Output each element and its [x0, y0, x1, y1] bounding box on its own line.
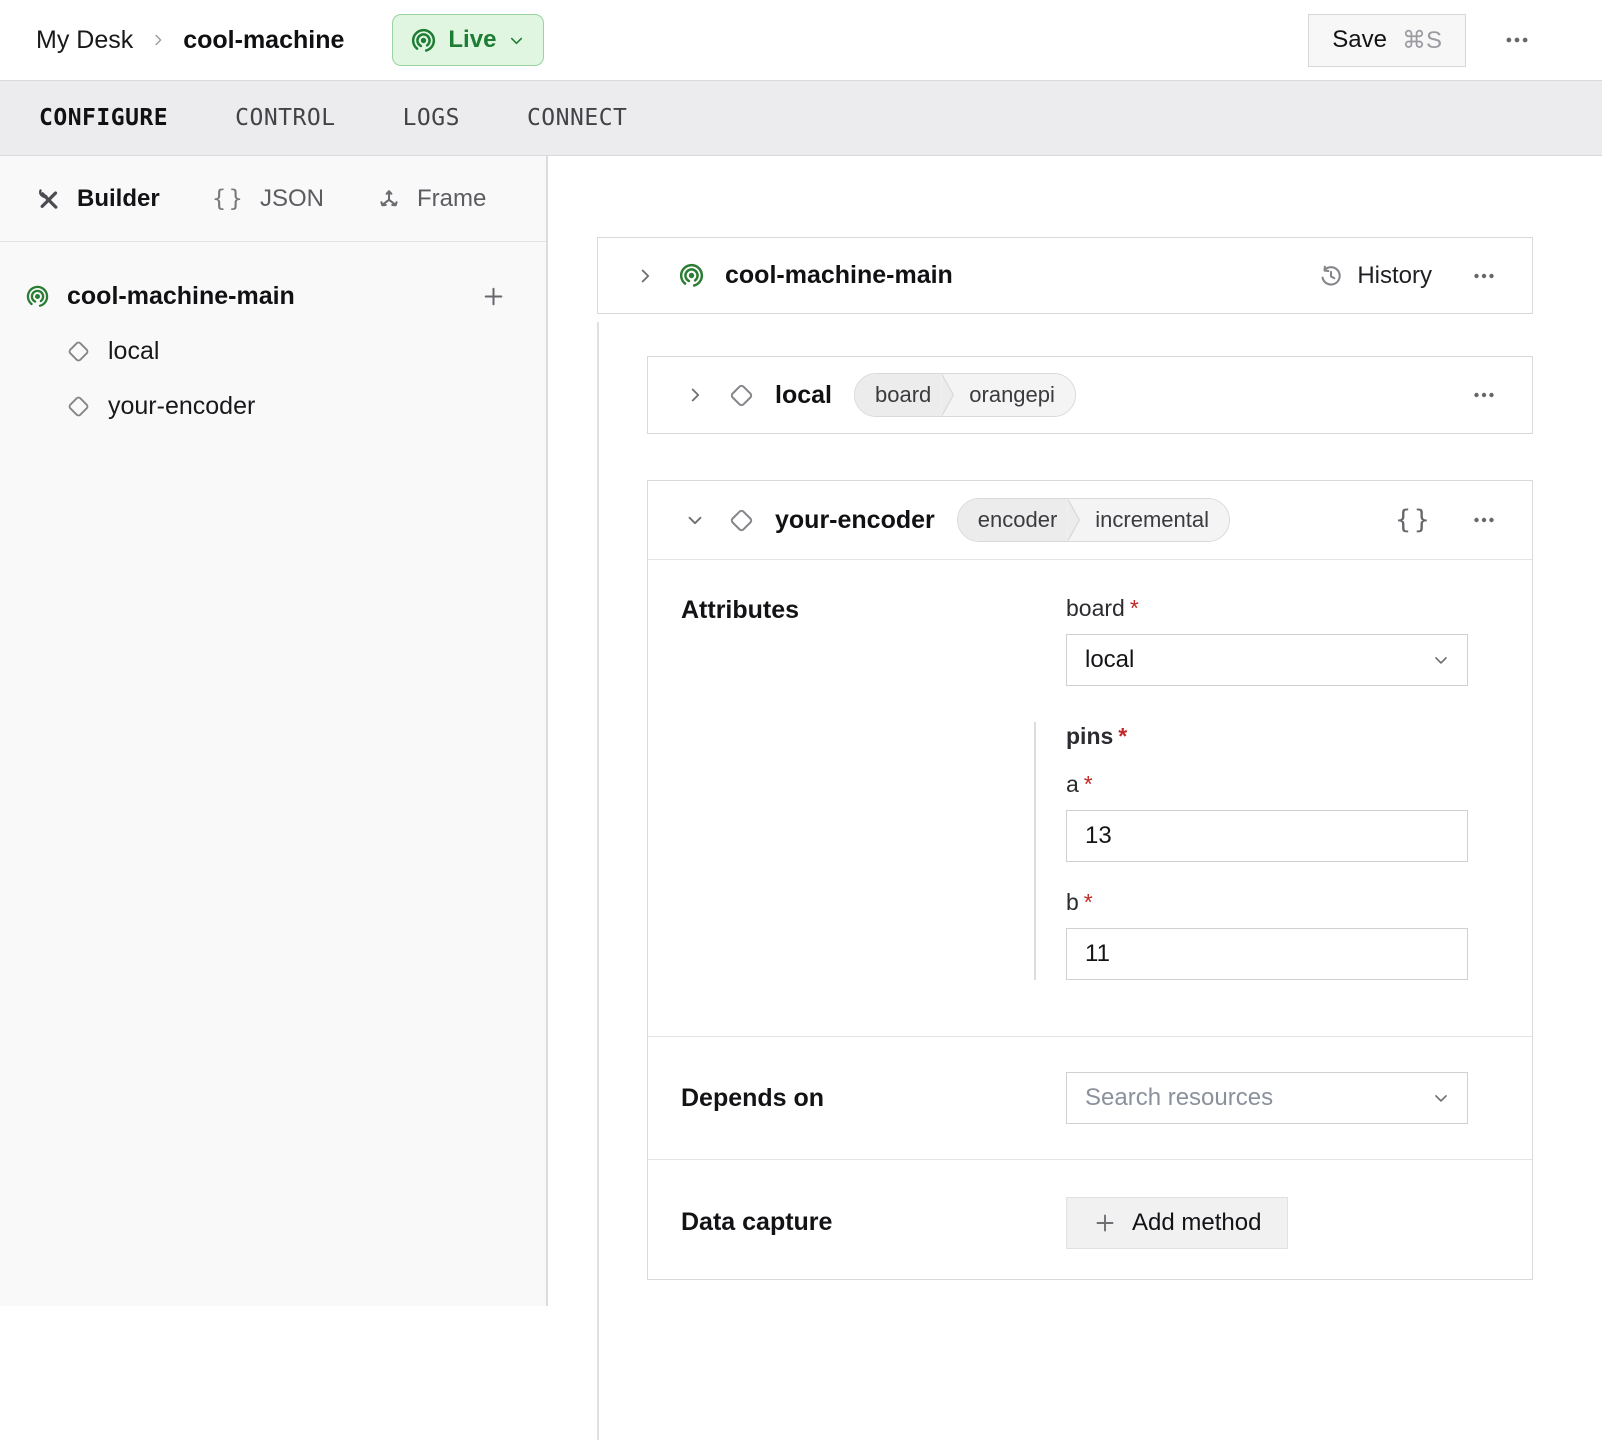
- encoder-card-title: your-encoder: [775, 506, 935, 535]
- data-capture-section: Data capture Add method: [648, 1159, 1532, 1285]
- resource-tree: cool-machine-main local your-encoder: [0, 242, 546, 434]
- attributes-section: Attributes board* local pins* a*: [648, 560, 1532, 1036]
- tree-item-label: local: [108, 337, 159, 366]
- badge-model: incremental: [1087, 499, 1229, 541]
- view-mode-builder[interactable]: Builder: [36, 185, 160, 213]
- component-type-badge: board orangepi: [854, 373, 1076, 417]
- view-mode-frame[interactable]: Frame: [376, 185, 486, 213]
- chevron-down-icon: [507, 31, 526, 50]
- app-header: My Desk cool-machine Live Save ⌘S: [0, 0, 1602, 80]
- attributes-section-label: Attributes: [648, 594, 1066, 980]
- encoder-card-menu-button[interactable]: [1472, 508, 1496, 532]
- local-card-menu-button[interactable]: [1472, 383, 1496, 407]
- frame-axes-icon: [376, 186, 402, 212]
- tab-control[interactable]: CONTROL: [235, 105, 335, 131]
- component-diamond-icon: [66, 394, 91, 419]
- collapse-chevron-down-icon[interactable]: [684, 509, 706, 531]
- add-method-button[interactable]: Add method: [1066, 1197, 1288, 1249]
- badge-type: board: [855, 374, 941, 416]
- breadcrumb-separator-icon: [149, 31, 167, 49]
- badge-divider: [941, 374, 961, 416]
- breadcrumb-current: cool-machine: [183, 26, 344, 55]
- component-diamond-icon: [728, 507, 755, 534]
- component-diamond-icon: [66, 339, 91, 364]
- required-asterisk: *: [1084, 889, 1093, 915]
- machine-card: cool-machine-main History: [597, 237, 1533, 314]
- config-main-panel: cool-machine-main History local board: [550, 156, 1602, 1306]
- local-card-title: local: [775, 381, 832, 410]
- badge-divider: [1067, 499, 1087, 541]
- depends-on-placeholder: Search resources: [1085, 1084, 1273, 1112]
- tree-item-your-encoder[interactable]: your-encoder: [0, 379, 546, 434]
- encoder-card: your-encoder encoder incremental {} Attr…: [647, 480, 1533, 1280]
- tree-root-label: cool-machine-main: [67, 282, 481, 311]
- broadcast-icon: [678, 262, 705, 289]
- save-shortcut-hint: ⌘S: [1402, 26, 1442, 55]
- badge-model: orangepi: [961, 374, 1075, 416]
- depends-on-section: Depends on Search resources: [648, 1036, 1532, 1159]
- breadcrumb-root-link[interactable]: My Desk: [36, 26, 133, 55]
- pin-b-label: b*: [1066, 888, 1468, 916]
- pin-a-label: a*: [1066, 770, 1468, 798]
- view-mode-json[interactable]: {} JSON: [212, 185, 324, 213]
- depends-on-section-label: Depends on: [648, 1084, 1066, 1113]
- chevron-down-icon: [1431, 1088, 1451, 1108]
- view-raw-json-button[interactable]: {}: [1395, 505, 1432, 535]
- data-capture-section-label: Data capture: [648, 1208, 1066, 1237]
- add-method-label: Add method: [1132, 1209, 1261, 1237]
- pins-group-label: pins*: [1066, 722, 1468, 750]
- tree-item-machine-root[interactable]: cool-machine-main: [0, 268, 546, 324]
- tab-connect[interactable]: CONNECT: [527, 105, 627, 131]
- expand-chevron-right-icon[interactable]: [684, 384, 706, 406]
- board-field-label: board*: [1066, 594, 1468, 622]
- tab-logs[interactable]: LOGS: [403, 105, 460, 131]
- board-select-value: local: [1085, 646, 1134, 674]
- depends-on-select[interactable]: Search resources: [1066, 1072, 1468, 1124]
- component-type-badge: encoder incremental: [957, 498, 1230, 542]
- broadcast-icon: [410, 27, 437, 54]
- board-select[interactable]: local: [1066, 634, 1468, 686]
- header-overflow-menu-button[interactable]: [1504, 27, 1530, 53]
- tree-connector-line: [597, 322, 599, 1440]
- history-button[interactable]: History: [1318, 262, 1432, 290]
- broadcast-icon: [25, 284, 50, 309]
- tab-configure[interactable]: CONFIGURE: [39, 105, 168, 131]
- config-sidebar: Builder {} JSON Frame cool-machine-main …: [0, 156, 548, 1306]
- tree-item-local[interactable]: local: [0, 324, 546, 379]
- required-asterisk: *: [1084, 771, 1093, 797]
- expand-chevron-right-icon[interactable]: [634, 265, 656, 287]
- required-asterisk: *: [1130, 595, 1139, 621]
- machine-card-menu-button[interactable]: [1472, 264, 1496, 288]
- pin-a-input[interactable]: [1066, 810, 1468, 862]
- breadcrumb: My Desk cool-machine: [36, 26, 344, 55]
- required-asterisk: *: [1118, 723, 1127, 749]
- local-board-card: local board orangepi: [647, 356, 1533, 434]
- add-component-button[interactable]: [481, 284, 506, 309]
- chevron-down-icon: [1431, 650, 1451, 670]
- braces-icon: {}: [212, 186, 245, 212]
- plus-icon: [1093, 1211, 1117, 1235]
- view-builder-label: Builder: [77, 185, 160, 213]
- machine-tabbar: CONFIGURE CONTROL LOGS CONNECT: [0, 80, 1602, 156]
- history-label: History: [1357, 262, 1432, 290]
- machine-card-title: cool-machine-main: [725, 261, 953, 290]
- badge-type: encoder: [958, 499, 1068, 541]
- live-status-dropdown[interactable]: Live: [392, 14, 544, 66]
- component-diamond-icon: [728, 382, 755, 409]
- live-status-label: Live: [448, 26, 496, 54]
- history-clock-icon: [1318, 263, 1344, 289]
- pin-b-input[interactable]: [1066, 928, 1468, 980]
- save-button[interactable]: Save ⌘S: [1308, 14, 1466, 67]
- view-frame-label: Frame: [417, 185, 486, 213]
- save-button-label: Save: [1332, 26, 1387, 54]
- tools-icon: [36, 186, 62, 212]
- tree-item-label: your-encoder: [108, 392, 255, 421]
- pins-group: pins* a* b*: [1034, 722, 1468, 980]
- view-json-label: JSON: [260, 185, 324, 213]
- sidebar-view-switcher: Builder {} JSON Frame: [0, 156, 546, 242]
